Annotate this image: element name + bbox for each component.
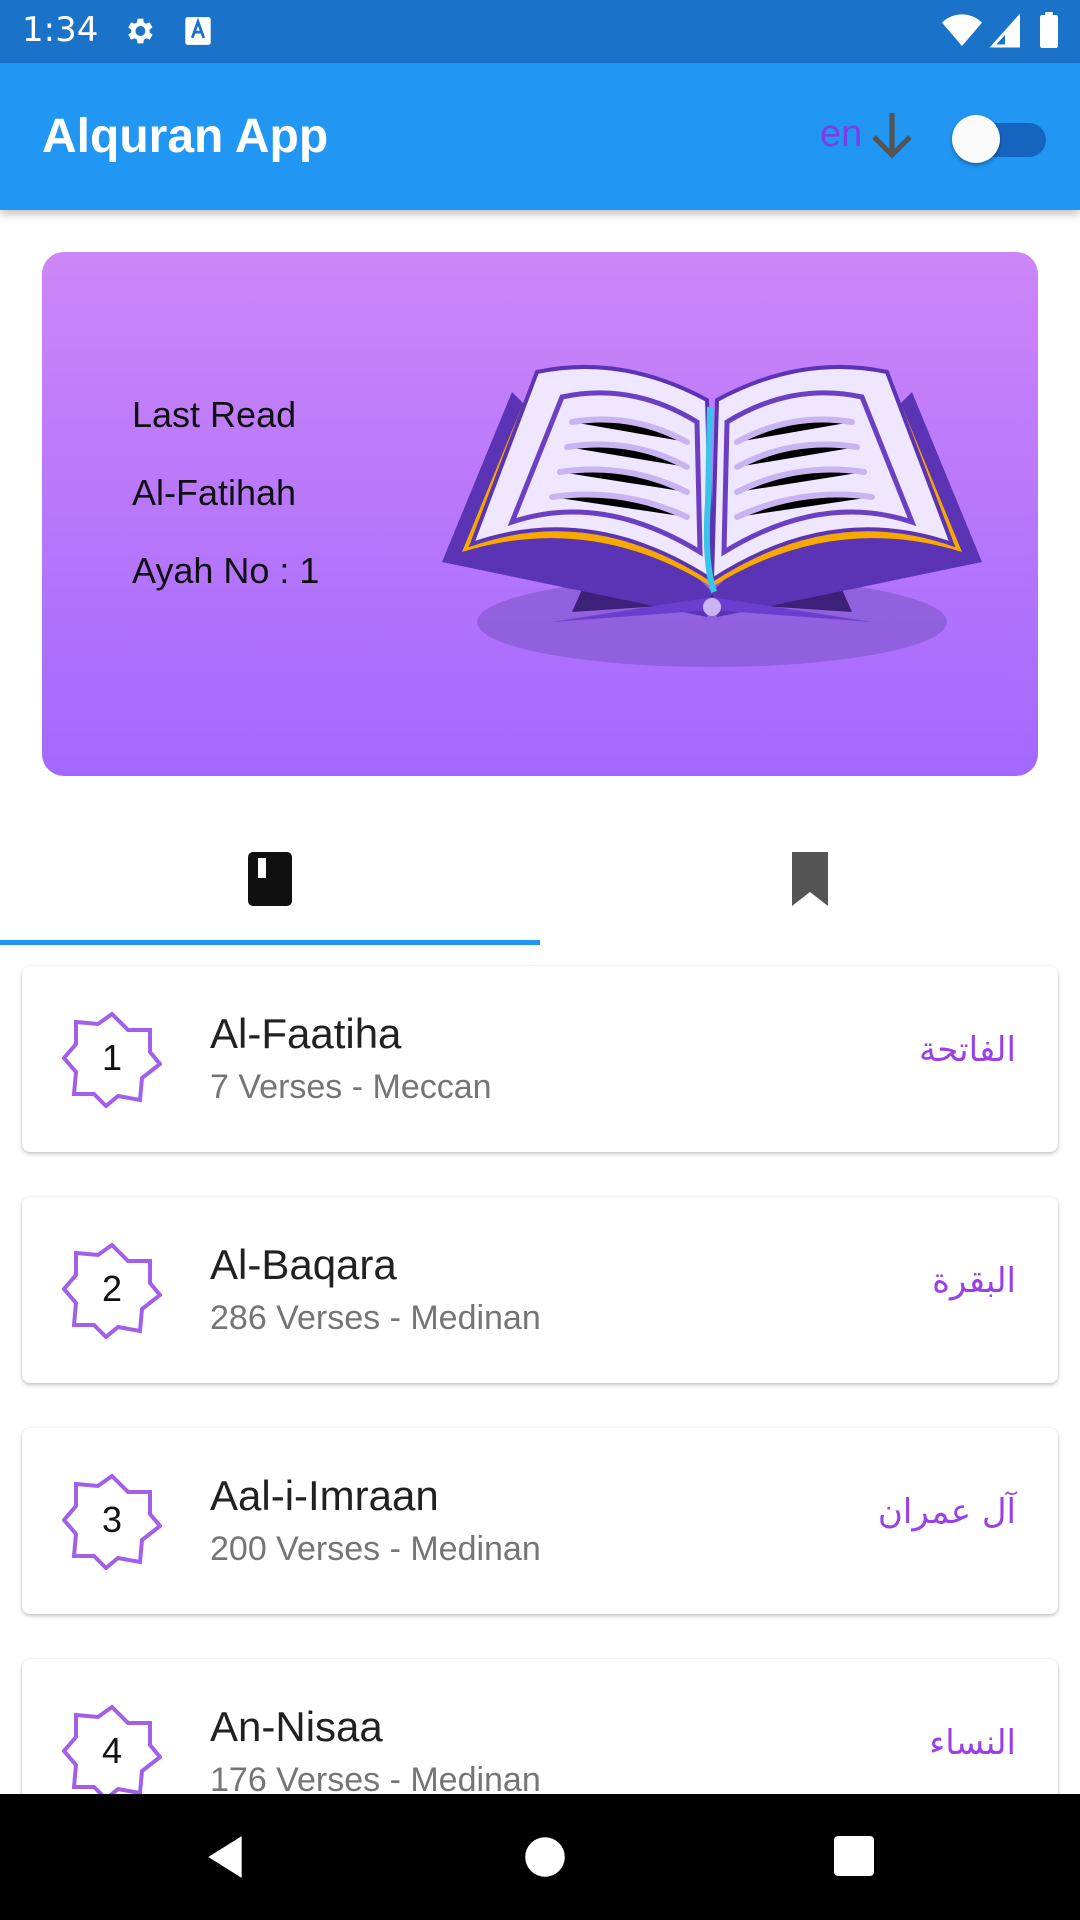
surah-number: 1: [101, 1037, 123, 1078]
surah-arabic-name: البقرة: [932, 1261, 1016, 1301]
language-selector[interactable]: en: [820, 113, 862, 156]
surah-arabic-name: آل عمران: [877, 1492, 1016, 1532]
tab-surah-list[interactable]: [0, 820, 540, 944]
surah-name: Al-Faatiha: [210, 1010, 402, 1057]
battery-icon: [1040, 12, 1058, 48]
bookmark-icon: [792, 852, 828, 906]
last-read-heading: Last Read: [132, 394, 297, 435]
list-item[interactable]: 4 An-Nisaa 176 Verses - Medinan النساء: [22, 1659, 1058, 1794]
signal-icon: [990, 14, 1020, 48]
theme-toggle[interactable]: [952, 113, 1046, 163]
back-icon[interactable]: [200, 1832, 250, 1882]
surah-name: An-Nisaa: [210, 1703, 383, 1750]
surah-list: 1 Al-Faatiha 7 Verses - Meccan الفاتحة 2…: [0, 944, 1080, 1794]
status-bar: 1:34: [0, 0, 1080, 63]
status-time: 1:34: [22, 10, 99, 50]
book-icon: [248, 852, 292, 906]
surah-number: 3: [101, 1499, 123, 1540]
gear-icon: [128, 18, 153, 44]
surah-meta: 176 Verses - Medinan: [210, 1761, 541, 1794]
surah-number: 2: [101, 1268, 123, 1309]
list-item[interactable]: 2 Al-Baqara 286 Verses - Medinan البقرة: [22, 1197, 1058, 1383]
surah-meta: 7 Verses - Meccan: [210, 1068, 492, 1106]
wifi-icon: [942, 14, 982, 46]
toggle-knob: [952, 115, 1000, 163]
last-read-ayah: Ayah No : 1: [132, 550, 320, 591]
system-nav-bar: [0, 1794, 1080, 1920]
tab-bookmarks[interactable]: [540, 820, 1080, 944]
app-title: Alquran App: [42, 110, 329, 163]
surah-name: Al-Baqara: [210, 1241, 397, 1288]
list-item[interactable]: 3 Aal-i-Imraan 200 Verses - Medinan آل ع…: [22, 1428, 1058, 1614]
app-bar: Alquran App en: [0, 63, 1080, 210]
home-icon[interactable]: [520, 1832, 570, 1882]
keyboard-a-icon: [185, 17, 211, 45]
surah-arabic-name: الفاتحة: [918, 1030, 1016, 1070]
surah-number: 4: [101, 1730, 123, 1771]
open-quran-illustration: [442, 364, 982, 667]
surah-name: Aal-i-Imraan: [210, 1472, 439, 1519]
surah-arabic-name: النساء: [929, 1723, 1016, 1763]
surah-meta: 200 Verses - Medinan: [210, 1530, 541, 1568]
recent-apps-icon[interactable]: [830, 1832, 878, 1880]
last-read-surah: Al-Fatihah: [132, 472, 297, 513]
tab-bar: [0, 820, 1080, 945]
list-item[interactable]: 1 Al-Faatiha 7 Verses - Meccan الفاتحة: [22, 966, 1058, 1152]
last-read-card[interactable]: Last Read Al-Fatihah Ayah No : 1: [42, 252, 1038, 776]
arrow-down-icon[interactable]: [868, 109, 916, 161]
surah-meta: 286 Verses - Medinan: [210, 1299, 541, 1337]
